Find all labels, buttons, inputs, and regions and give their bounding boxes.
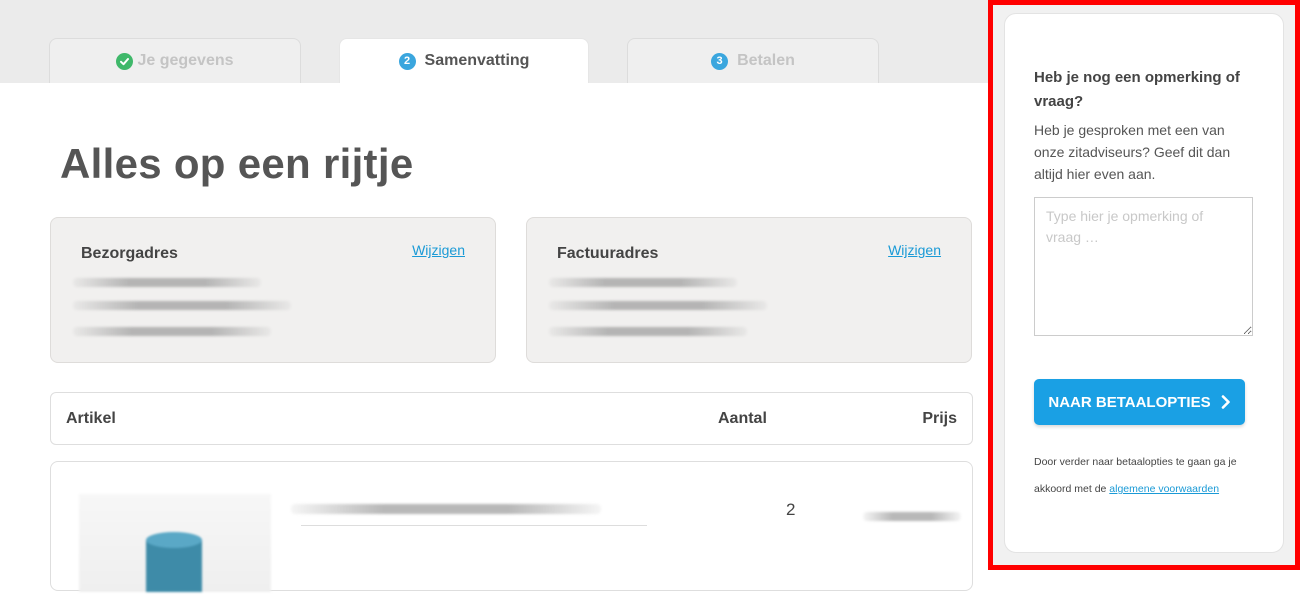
- step-number-badge: 2: [398, 52, 416, 70]
- invoice-address-card: Factuuradres Wijzigen: [526, 217, 972, 363]
- edit-delivery-address-link[interactable]: Wijzigen: [412, 242, 465, 258]
- tab-label: Betalen: [737, 52, 795, 69]
- stool-icon: [146, 532, 202, 592]
- tab-samenvatting[interactable]: 2 Samenvatting: [339, 38, 589, 83]
- button-label: NAAR BETAALOPTIES: [1048, 393, 1211, 411]
- edit-invoice-address-link[interactable]: Wijzigen: [888, 242, 941, 258]
- invoice-address-title: Factuuradres: [557, 245, 659, 262]
- tab-label: Je gegevens: [137, 52, 234, 69]
- remark-title: Heb je nog een opmerking of vraag?: [1034, 69, 1240, 110]
- table-row: [50, 461, 973, 592]
- redacted-price: [863, 512, 961, 521]
- chevron-right-icon: [1221, 395, 1231, 409]
- product-image: [79, 494, 271, 592]
- redacted-text: [73, 278, 261, 287]
- redacted-text: [73, 301, 291, 310]
- remark-textarea[interactable]: [1034, 197, 1253, 336]
- naar-betaalopties-button[interactable]: NAAR BETAALOPTIES: [1034, 379, 1245, 425]
- divider: [301, 525, 647, 526]
- remark-description: Heb je gesproken met een van onze zitadv…: [1034, 122, 1231, 182]
- column-header-aantal: Aantal: [718, 410, 767, 427]
- delivery-address-card: Bezorgadres Wijzigen: [50, 217, 496, 363]
- order-table-header: Artikel Aantal Prijs: [50, 392, 973, 445]
- quantity-value: 2: [786, 500, 796, 519]
- redacted-text: [549, 278, 737, 287]
- redacted-text: [549, 327, 747, 336]
- redacted-product-name: [291, 504, 601, 514]
- column-header-artikel: Artikel: [66, 410, 116, 427]
- delivery-address-title: Bezorgadres: [81, 245, 178, 262]
- redacted-text: [73, 327, 271, 336]
- tab-je-gegevens[interactable]: Je gegevens: [49, 38, 301, 83]
- redacted-text: [549, 301, 767, 310]
- step-number-badge: 3: [711, 52, 729, 70]
- terms-notice: Door verder naar betaalopties te gaan ga…: [1034, 449, 1259, 503]
- terms-link[interactable]: algemene voorwaarden: [1109, 483, 1219, 495]
- check-circle-icon: [116, 52, 134, 70]
- column-header-prijs: Prijs: [922, 410, 957, 427]
- page-title: Alles op een rijtje: [60, 140, 414, 187]
- tab-label: Samenvatting: [424, 52, 530, 69]
- tab-betalen[interactable]: 3 Betalen: [627, 38, 879, 83]
